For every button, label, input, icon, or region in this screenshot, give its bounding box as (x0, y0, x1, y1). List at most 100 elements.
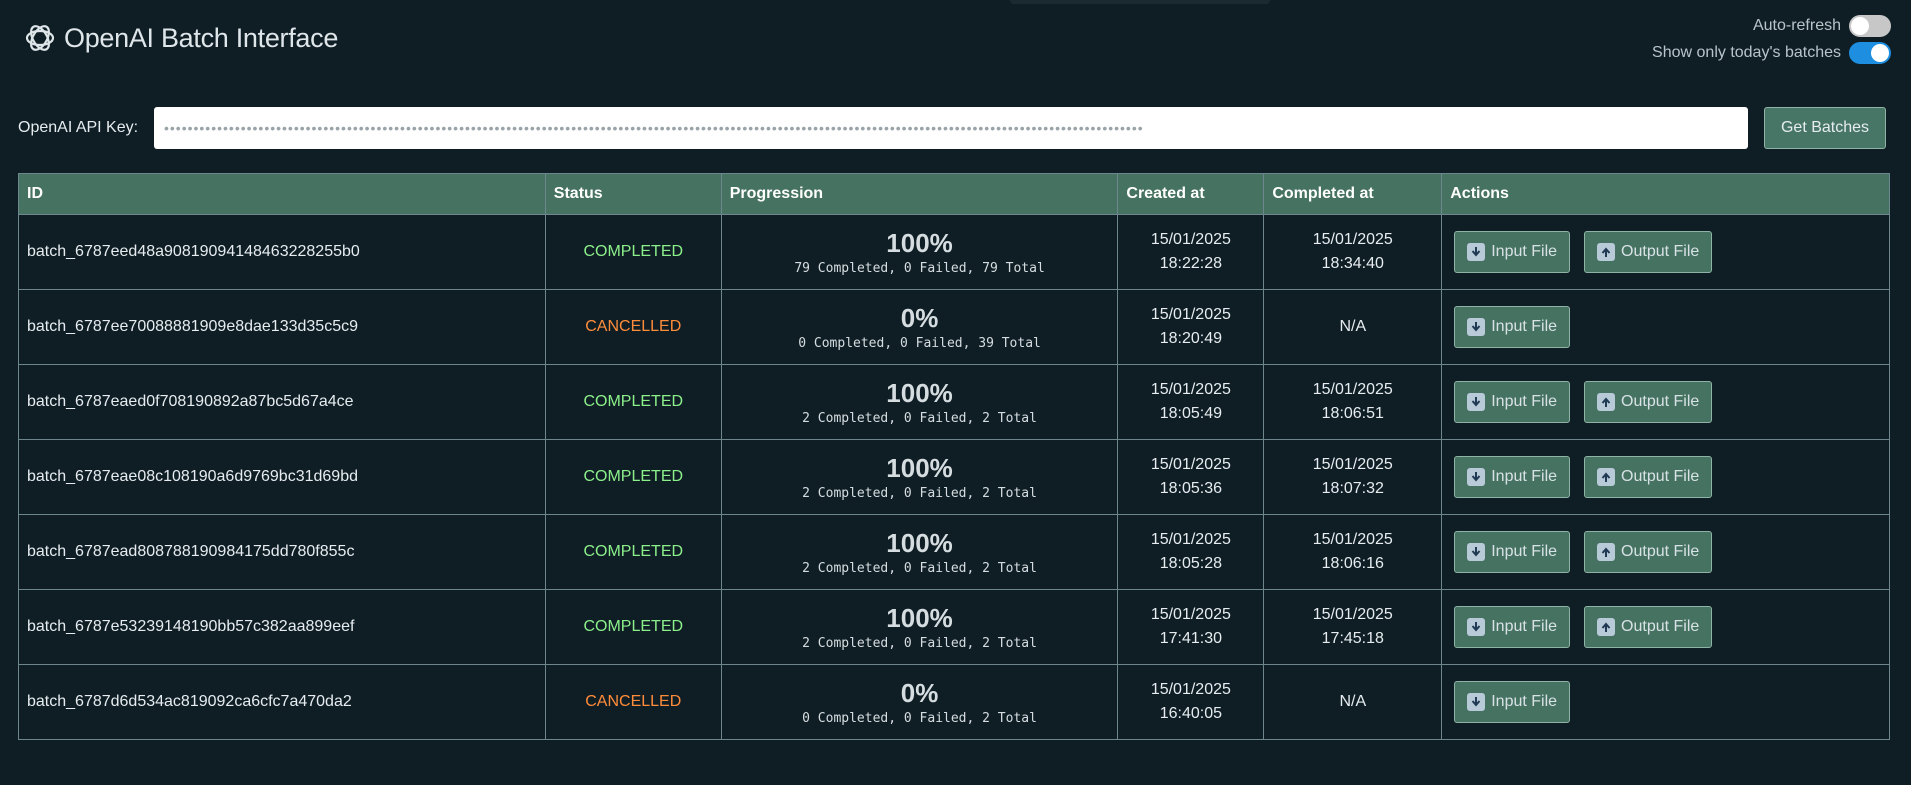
progress-percent: 100% (886, 227, 953, 258)
status-text: CANCELLED (544, 289, 722, 365)
header-status: Status (544, 173, 722, 215)
output-file-button[interactable]: Output File (1584, 231, 1713, 273)
output-file-button[interactable]: Output File (1584, 531, 1713, 573)
created-date: 15/01/2025 (1150, 456, 1231, 473)
download-arrow-icon (1467, 318, 1486, 336)
actions-cell: Input File (1441, 664, 1890, 740)
created-time: 17:41:30 (1159, 630, 1222, 647)
table-row: batch_6787d6d534ac819092ca6cfc7a470da2 CA… (18, 664, 1890, 740)
actions-group: Input File (1450, 306, 1881, 348)
upload-arrow-icon (1597, 543, 1616, 561)
progression-cell: 0% 0 Completed, 0 Failed, 2 Total (720, 664, 1119, 740)
auto-refresh-toggle[interactable] (1849, 15, 1891, 37)
created-date: 15/01/2025 (1150, 381, 1231, 398)
output-file-label: Output File (1621, 618, 1700, 635)
created-at-cell: 15/01/2025 18:05:36 (1117, 439, 1265, 515)
progression-cell: 100% 2 Completed, 0 Failed, 2 Total (720, 514, 1119, 590)
created-at-cell: 15/01/2025 18:05:28 (1117, 514, 1265, 590)
table-row: batch_6787eaed0f708190892a87bc5d67a4ce CO… (18, 364, 1890, 440)
output-file-button[interactable]: Output File (1584, 606, 1713, 648)
actions-group: Input File Output File (1450, 456, 1881, 498)
progress-detail: 0 Completed, 0 Failed, 2 Total (802, 710, 1037, 726)
created-time: 18:05:49 (1159, 405, 1222, 422)
batches-table: ID Status Progression Created at Complet… (18, 173, 1890, 740)
batch-id: batch_6787eed48a90819094148463228255b0 (18, 214, 546, 290)
output-file-label: Output File (1621, 243, 1700, 260)
header-created-at: Created at (1117, 173, 1265, 215)
actions-cell: Input File (1441, 289, 1890, 365)
completed-date: 15/01/2025 (1312, 531, 1393, 548)
upload-arrow-icon (1597, 243, 1616, 261)
actions-group: Input File Output File (1450, 531, 1881, 573)
output-file-button[interactable]: Output File (1584, 381, 1713, 423)
table-row: batch_6787ee70088881909e8dae133d35c5c9 CA… (18, 289, 1890, 365)
input-file-label: Input File (1491, 393, 1558, 410)
created-at-cell: 15/01/2025 18:05:49 (1117, 364, 1265, 440)
created-at-cell: 15/01/2025 16:40:05 (1117, 664, 1265, 740)
download-arrow-icon (1467, 693, 1486, 711)
input-file-button[interactable]: Input File (1454, 306, 1571, 348)
input-file-label: Input File (1491, 318, 1558, 335)
output-file-button[interactable]: Output File (1584, 456, 1713, 498)
output-file-label: Output File (1621, 393, 1700, 410)
input-file-button[interactable]: Input File (1454, 381, 1571, 423)
created-time: 18:22:28 (1159, 255, 1222, 272)
progression-cell: 100% 2 Completed, 0 Failed, 2 Total (720, 589, 1119, 665)
actions-cell: Input File Output File (1441, 514, 1890, 590)
completed-time: 17:45:18 (1321, 630, 1384, 647)
today-only-toggle[interactable] (1849, 42, 1891, 64)
completed-at-cell: N/A (1263, 289, 1443, 365)
actions-cell: Input File Output File (1441, 439, 1890, 515)
completed-date: 15/01/2025 (1312, 381, 1393, 398)
completed-date: 15/01/2025 (1312, 606, 1393, 623)
progress-percent: 100% (886, 602, 953, 633)
completed-at-cell: 15/01/2025 18:34:40 (1263, 214, 1443, 290)
download-arrow-icon (1467, 393, 1486, 411)
input-file-label: Input File (1491, 468, 1558, 485)
completed-time: 18:07:32 (1321, 480, 1384, 497)
completed-na: N/A (1339, 693, 1367, 710)
actions-group: Input File (1450, 681, 1881, 723)
api-key-label: OpenAI API Key: (18, 119, 139, 136)
output-file-label: Output File (1621, 468, 1700, 485)
progress-percent: 0% (900, 677, 939, 708)
batch-id: batch_6787e53239148190bb57c382aa899eef (18, 589, 546, 665)
progress-detail: 2 Completed, 0 Failed, 2 Total (802, 410, 1037, 426)
output-file-label: Output File (1621, 543, 1700, 560)
get-batches-button[interactable]: Get Batches (1764, 107, 1886, 149)
input-file-label: Input File (1491, 243, 1558, 260)
input-file-button[interactable]: Input File (1454, 231, 1571, 273)
input-file-button[interactable]: Input File (1454, 531, 1571, 573)
completed-at-cell: 15/01/2025 18:06:16 (1263, 514, 1443, 590)
progression-cell: 100% 2 Completed, 0 Failed, 2 Total (720, 364, 1119, 440)
input-file-label: Input File (1491, 618, 1558, 635)
progression-cell: 100% 2 Completed, 0 Failed, 2 Total (720, 439, 1119, 515)
table-header-row: ID Status Progression Created at Complet… (18, 173, 1890, 215)
input-file-button[interactable]: Input File (1454, 681, 1571, 723)
created-at-cell: 15/01/2025 18:22:28 (1117, 214, 1265, 290)
api-key-input[interactable] (154, 107, 1748, 149)
table-row: batch_6787ead808788190984175dd780f855c CO… (18, 514, 1890, 590)
batch-id: batch_6787d6d534ac819092ca6cfc7a470da2 (18, 664, 546, 740)
batch-id: batch_6787ead808788190984175dd780f855c (18, 514, 546, 590)
toggle-knob (1851, 17, 1869, 35)
progress-detail: 79 Completed, 0 Failed, 79 Total (794, 260, 1045, 276)
input-file-button[interactable]: Input File (1454, 456, 1571, 498)
created-time: 18:05:36 (1159, 480, 1222, 497)
created-date: 15/01/2025 (1150, 606, 1231, 623)
completed-time: 18:06:51 (1321, 405, 1384, 422)
today-only-row: Show only today's batches (1652, 42, 1891, 64)
batch-id: batch_6787eaed0f708190892a87bc5d67a4ce (18, 364, 546, 440)
progression-cell: 100% 79 Completed, 0 Failed, 79 Total (720, 214, 1119, 290)
openai-logo-icon (25, 25, 55, 51)
brand: OpenAI Batch Interface (22, 20, 338, 56)
progress-percent: 100% (886, 527, 953, 558)
toggle-knob (1871, 44, 1889, 62)
actions-cell: Input File Output File (1441, 214, 1890, 290)
download-arrow-icon (1467, 468, 1486, 486)
progress-detail: 2 Completed, 0 Failed, 2 Total (802, 485, 1037, 501)
status-text: COMPLETED (544, 439, 722, 515)
input-file-button[interactable]: Input File (1454, 606, 1571, 648)
upload-arrow-icon (1597, 468, 1616, 486)
created-date: 15/01/2025 (1150, 681, 1231, 698)
